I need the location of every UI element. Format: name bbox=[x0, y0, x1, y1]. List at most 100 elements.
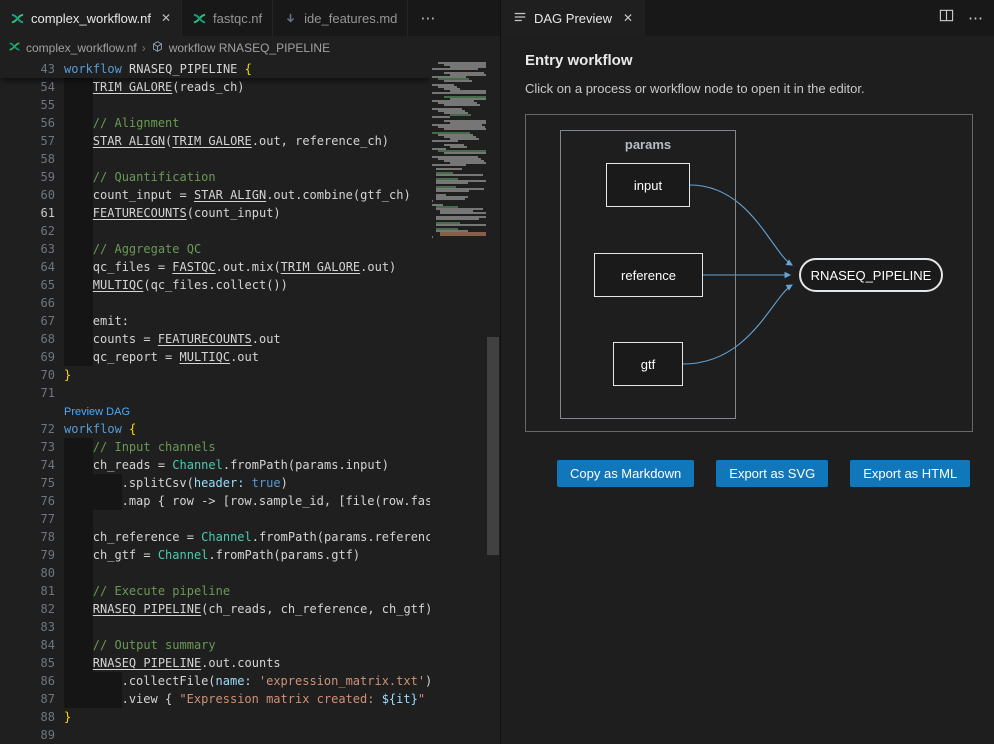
more-tabs-button[interactable]: ⋯ bbox=[408, 0, 447, 36]
node-reference[interactable]: reference bbox=[594, 253, 703, 297]
tab-close-icon[interactable]: ✕ bbox=[161, 11, 171, 25]
editor-scrollbar[interactable] bbox=[486, 60, 500, 744]
line-number: 58 bbox=[0, 150, 55, 168]
panel-actions: ⋯ bbox=[939, 0, 994, 36]
indent-highlight bbox=[64, 132, 93, 150]
code-text: count_input = STAR_ALIGN.out.combine(gtf… bbox=[55, 186, 430, 204]
node-gtf[interactable]: gtf bbox=[613, 342, 683, 386]
editor-tab-ide-features-md[interactable]: ide_features.md bbox=[273, 0, 408, 36]
code-line[interactable]: 82RNASEQ_PIPELINE(ch_reads, ch_reference… bbox=[0, 600, 430, 618]
code-line[interactable]: 65MULTIQC(qc_files.collect()) bbox=[0, 276, 430, 294]
code-line[interactable]: 85RNASEQ_PIPELINE.out.counts bbox=[0, 654, 430, 672]
minimap-line bbox=[440, 212, 486, 214]
code-line[interactable]: 67emit: bbox=[0, 312, 430, 330]
code-text bbox=[55, 384, 430, 402]
panel-title: Entry workflow bbox=[525, 52, 973, 69]
code-text: .view { "Expression matrix created: ${it… bbox=[55, 690, 430, 708]
editor-tab-complex-workflow-nf[interactable]: complex_workflow.nf✕ bbox=[0, 0, 182, 36]
code-line[interactable]: 81// Execute pipeline bbox=[0, 582, 430, 600]
line-number: 76 bbox=[0, 492, 55, 510]
code-text: TRIM_GALORE(reads_ch) bbox=[55, 78, 430, 96]
breadcrumb-symbol[interactable]: workflow RNASEQ_PIPELINE bbox=[169, 41, 330, 55]
export-as-html-button[interactable]: Export as HTML bbox=[850, 460, 970, 487]
indent-highlight bbox=[64, 204, 93, 222]
code-line[interactable]: 55 bbox=[0, 96, 430, 114]
code-line[interactable]: 76.map { row -> [row.sample_id, [file(ro… bbox=[0, 492, 430, 510]
code-line[interactable]: 83 bbox=[0, 618, 430, 636]
line-number: 70 bbox=[0, 366, 55, 384]
line-number: 85 bbox=[0, 654, 55, 672]
code-text: ch_gtf = Channel.fromPath(params.gtf) bbox=[55, 546, 430, 564]
editor-tab-fastqc-nf[interactable]: fastqc.nf bbox=[182, 0, 273, 36]
line-number: 67 bbox=[0, 312, 55, 330]
minimap-line bbox=[436, 198, 464, 200]
code-area[interactable]: 54TRIM_GALORE(reads_ch)5556// Alignment5… bbox=[0, 60, 430, 744]
line-number: 87 bbox=[0, 690, 55, 708]
sticky-scroll[interactable]: 43workflow RNASEQ_PIPELINE { bbox=[0, 60, 430, 78]
code-line[interactable]: 89 bbox=[0, 726, 430, 744]
line-number: 73 bbox=[0, 438, 55, 456]
indent-highlight bbox=[64, 510, 93, 528]
export-as-svg-button[interactable]: Export as SVG bbox=[716, 460, 828, 487]
code-line[interactable]: 87.view { "Expression matrix created: ${… bbox=[0, 690, 430, 708]
code-line[interactable]: 66 bbox=[0, 294, 430, 312]
code-line[interactable]: 80 bbox=[0, 564, 430, 582]
code-line[interactable]: 77 bbox=[0, 510, 430, 528]
code-line[interactable]: 63// Aggregate QC bbox=[0, 240, 430, 258]
code-line[interactable]: 62 bbox=[0, 222, 430, 240]
code-line[interactable]: 78ch_reference = Channel.fromPath(params… bbox=[0, 528, 430, 546]
close-icon[interactable]: ✕ bbox=[623, 11, 633, 25]
symbol-cube-icon bbox=[151, 40, 164, 56]
indent-highlight bbox=[64, 654, 93, 672]
sticky-line[interactable]: 43workflow RNASEQ_PIPELINE { bbox=[0, 60, 430, 78]
editor-group: complex_workflow.nf✕fastqc.nfide_feature… bbox=[0, 0, 500, 744]
code-line[interactable]: 75.splitCsv(header: true) bbox=[0, 474, 430, 492]
line-number: 74 bbox=[0, 456, 55, 474]
code-line[interactable]: 70} bbox=[0, 366, 430, 384]
preview-icon bbox=[513, 10, 527, 27]
line-number: 69 bbox=[0, 348, 55, 366]
minimap-line bbox=[432, 200, 433, 202]
scrollbar-thumb[interactable] bbox=[487, 337, 499, 555]
code-line[interactable]: 69qc_report = MULTIQC.out bbox=[0, 348, 430, 366]
code-line[interactable]: 57STAR_ALIGN(TRIM_GALORE.out, reference_… bbox=[0, 132, 430, 150]
line-number: 54 bbox=[0, 78, 55, 96]
code-line[interactable]: 60count_input = STAR_ALIGN.out.combine(g… bbox=[0, 186, 430, 204]
code-line[interactable]: 68counts = FEATURECOUNTS.out bbox=[0, 330, 430, 348]
code-line[interactable]: 64qc_files = FASTQC.out.mix(TRIM_GALORE.… bbox=[0, 258, 430, 276]
code-line[interactable]: 84// Output summary bbox=[0, 636, 430, 654]
code-line[interactable]: 56// Alignment bbox=[0, 114, 430, 132]
node-rnaseq-pipeline[interactable]: RNASEQ_PIPELINE bbox=[799, 258, 943, 292]
more-actions-icon[interactable]: ⋯ bbox=[968, 9, 983, 27]
code-line[interactable]: 71 bbox=[0, 384, 430, 402]
codelens-preview-dag[interactable]: Preview DAG bbox=[64, 406, 130, 418]
panel-header: DAG Preview ✕ ⋯ bbox=[501, 0, 994, 36]
code-text: .splitCsv(header: true) bbox=[55, 474, 430, 492]
minimap-line bbox=[432, 236, 433, 238]
line-number: 81 bbox=[0, 582, 55, 600]
code-line[interactable]: 59// Quantification bbox=[0, 168, 430, 186]
code-line[interactable]: 86.collectFile(name: 'expression_matrix.… bbox=[0, 672, 430, 690]
code-line[interactable]: 73// Input channels bbox=[0, 438, 430, 456]
editor[interactable]: 54TRIM_GALORE(reads_ch)5556// Alignment5… bbox=[0, 60, 500, 744]
code-line[interactable]: 88} bbox=[0, 708, 430, 726]
indent-highlight bbox=[64, 492, 122, 510]
code-line[interactable]: 54TRIM_GALORE(reads_ch) bbox=[0, 78, 430, 96]
minimap[interactable] bbox=[430, 60, 486, 744]
tab-dag-preview[interactable]: DAG Preview ✕ bbox=[501, 0, 645, 36]
codelens-row[interactable]: Preview DAG bbox=[0, 402, 430, 420]
copy-as-markdown-button[interactable]: Copy as Markdown bbox=[557, 460, 694, 487]
code-line[interactable]: 74ch_reads = Channel.fromPath(params.inp… bbox=[0, 456, 430, 474]
code-line[interactable]: 79ch_gtf = Channel.fromPath(params.gtf) bbox=[0, 546, 430, 564]
breadcrumb-file[interactable]: complex_workflow.nf bbox=[26, 41, 137, 55]
node-input[interactable]: input bbox=[606, 163, 690, 207]
code-line[interactable]: 72workflow { bbox=[0, 420, 430, 438]
line-number: 77 bbox=[0, 510, 55, 528]
code-text: Preview DAG bbox=[55, 402, 430, 420]
minimap-line bbox=[444, 80, 472, 82]
indent-highlight bbox=[64, 618, 93, 636]
line-number: 75 bbox=[0, 474, 55, 492]
code-line[interactable]: 58 bbox=[0, 150, 430, 168]
code-line[interactable]: 61FEATURECOUNTS(count_input) bbox=[0, 204, 430, 222]
split-editor-icon[interactable] bbox=[939, 8, 954, 28]
